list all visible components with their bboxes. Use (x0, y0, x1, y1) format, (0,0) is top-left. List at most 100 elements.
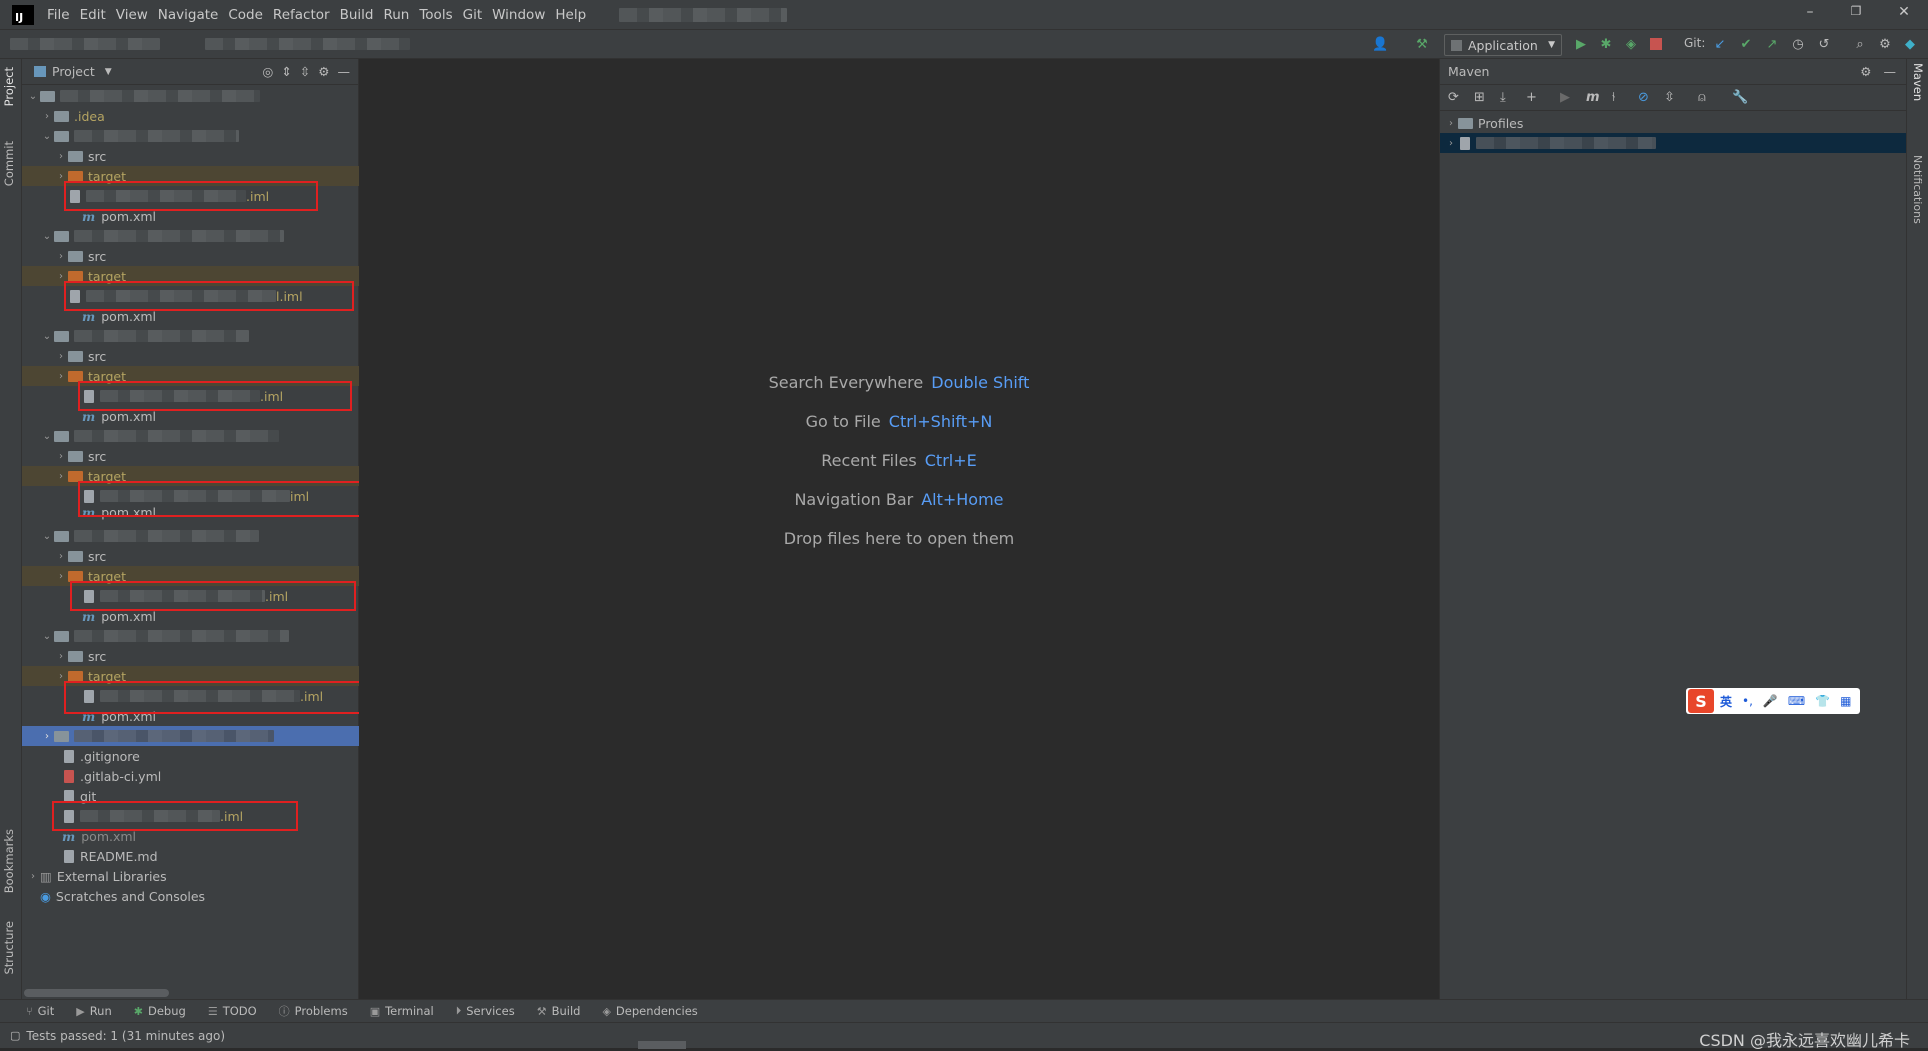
hide-icon[interactable]: — (1884, 64, 1897, 79)
git-push-icon[interactable]: ↗ (1764, 37, 1780, 53)
menu-refactor[interactable]: Refactor (268, 7, 335, 23)
tab-notifications[interactable]: Notifications (1911, 155, 1924, 224)
menu-help[interactable]: Help (550, 7, 591, 23)
maven-goal-icon[interactable]: m (1586, 90, 1612, 105)
tree-item-gitlab-ci[interactable]: .gitlab-ci.yml (22, 766, 359, 786)
tree-item-src[interactable]: › src (22, 546, 359, 566)
tree-item-idea[interactable]: › .idea (22, 106, 359, 126)
menu-navigate[interactable]: Navigate (153, 7, 224, 23)
tree-item-external-libraries[interactable]: › ▥ External Libraries (22, 866, 359, 886)
run-configuration-select[interactable]: Application ▼ (1444, 34, 1562, 56)
rollback-icon[interactable]: ↺ (1816, 37, 1832, 53)
generate-sources-icon[interactable]: ⊞ (1474, 90, 1500, 105)
tree-module[interactable]: ⌄ (22, 126, 359, 146)
ime-toolbar[interactable]: S 英 •, 🎤 ⌨ 👕 ▦ (1686, 688, 1860, 714)
expand-all-icon[interactable]: ⇕ (281, 64, 291, 79)
tab-bookmarks[interactable]: Bookmarks (2, 829, 16, 893)
settings-gear-icon[interactable]: ⚙ (318, 64, 329, 79)
settings-gear-icon[interactable]: ⚙ (1860, 64, 1871, 79)
tree-item-scratches[interactable]: ◉ Scratches and Consoles (22, 886, 359, 906)
collapse-all-icon[interactable]: ⇳ (300, 64, 310, 79)
tree-module[interactable]: ⌄ (22, 426, 359, 446)
tab-maven[interactable]: Maven (1911, 63, 1925, 101)
grid-menu-icon[interactable]: ▦ (1840, 694, 1851, 708)
menu-edit[interactable]: Edit (75, 7, 111, 23)
tree-item-src[interactable]: › src (22, 646, 359, 666)
build-hammer-icon[interactable]: ⚒ (1414, 37, 1430, 53)
skip-tests-icon[interactable]: ⊘ (1638, 90, 1664, 105)
menu-view[interactable]: View (111, 7, 153, 23)
folder-icon (68, 670, 83, 682)
maven-profiles[interactable]: › Profiles (1440, 113, 1906, 133)
menu-tools[interactable]: Tools (414, 7, 457, 23)
tree-item-src[interactable]: › src (22, 446, 359, 466)
tree-root[interactable]: ⌄ (22, 86, 359, 106)
debug-icon[interactable]: ✱ (1598, 37, 1614, 53)
reload-icon[interactable]: ⟳ (1448, 90, 1474, 105)
chevron-down-icon[interactable]: ▼ (105, 67, 112, 77)
punctuation-icon[interactable]: •, (1742, 694, 1753, 708)
module-folder-icon (54, 630, 69, 642)
project-view-title[interactable]: Project (52, 64, 95, 79)
ime-language[interactable]: 英 (1720, 693, 1732, 710)
tree-item-src[interactable]: › src (22, 346, 359, 366)
git-commit-icon[interactable]: ✔ (1738, 37, 1754, 53)
restore-button[interactable]: ❐ (1836, 4, 1876, 24)
menu-file[interactable]: File (42, 7, 75, 23)
git-update-icon[interactable]: ↙ (1712, 37, 1728, 53)
menu-code[interactable]: Code (223, 7, 268, 23)
menu-window[interactable]: Window (487, 7, 550, 23)
plugin-icon[interactable]: ◆ (1902, 37, 1918, 53)
menu-run[interactable]: Run (378, 7, 414, 23)
tab-dependencies[interactable]: ◈ Dependencies (602, 1004, 697, 1018)
user-icon[interactable]: 👤 (1372, 37, 1388, 53)
close-button[interactable]: ✕ (1884, 4, 1924, 24)
tree-item-src[interactable]: › src (22, 246, 359, 266)
tab-run[interactable]: ▶ Run (76, 1004, 112, 1018)
menu-git[interactable]: Git (458, 7, 488, 23)
tree-item-readme[interactable]: README.md (22, 846, 359, 866)
maven-project-selected[interactable]: › (1440, 133, 1906, 153)
minimize-button[interactable]: – (1790, 4, 1830, 24)
settings-gear-icon[interactable]: ⚙ (1877, 37, 1893, 53)
tree-module[interactable]: ⌄ (22, 626, 359, 646)
tree-module[interactable]: ⌄ (22, 526, 359, 546)
history-icon[interactable]: ◷ (1790, 37, 1806, 53)
menu-build[interactable]: Build (335, 7, 379, 23)
tree-module[interactable]: ⌄ (22, 226, 359, 246)
tree-item-src[interactable]: › src (22, 146, 359, 166)
hide-icon[interactable]: — (338, 64, 351, 79)
locate-icon[interactable]: ◎ (262, 64, 273, 79)
folder-icon (68, 150, 83, 162)
tree-item-gitignore[interactable]: .gitignore (22, 746, 359, 766)
keyboard-icon[interactable]: ⌨ (1788, 694, 1805, 708)
tab-build[interactable]: ⚒ Build (537, 1004, 581, 1018)
status-square-icon[interactable]: ▢ (10, 1029, 20, 1042)
run-icon[interactable]: ▶ (1573, 37, 1589, 53)
wrench-icon[interactable]: 🔧 (1732, 90, 1758, 105)
run-icon[interactable]: ▶ (1560, 90, 1586, 105)
tab-todo[interactable]: ☰ TODO (208, 1004, 257, 1018)
download-icon[interactable]: ⤓ (1500, 90, 1526, 105)
toggle-offline-icon[interactable]: ⫮ (1612, 90, 1638, 105)
horizontal-scrollbar[interactable] (24, 989, 169, 997)
collapse-all-icon[interactable]: ⇳ (1664, 90, 1698, 105)
show-dependencies-icon[interactable]: ⍝ (1698, 90, 1732, 105)
tab-problems[interactable]: ⓘ Problems (279, 1003, 348, 1019)
tab-project[interactable]: Project (2, 67, 16, 106)
tab-structure[interactable]: Structure (2, 921, 16, 975)
tab-services[interactable]: ⏵ Services (456, 1004, 515, 1018)
tab-terminal[interactable]: ▣ Terminal (370, 1004, 434, 1018)
tab-debug[interactable]: ✱ Debug (134, 1004, 186, 1018)
add-icon[interactable]: + (1526, 90, 1560, 105)
search-icon[interactable]: ⌕ (1852, 37, 1868, 53)
tree-module-selected[interactable]: › (22, 726, 359, 746)
skin-icon[interactable]: 👕 (1815, 694, 1830, 708)
status-text[interactable]: Tests passed: 1 (31 minutes ago) (26, 1029, 225, 1043)
tab-git[interactable]: ⑂ Git (26, 1004, 54, 1018)
coverage-icon[interactable]: ◈ (1623, 37, 1639, 53)
tab-commit[interactable]: Commit (2, 141, 16, 186)
tree-module[interactable]: ⌄ (22, 326, 359, 346)
microphone-icon[interactable]: 🎤 (1763, 694, 1778, 708)
stop-icon[interactable] (1650, 38, 1662, 50)
